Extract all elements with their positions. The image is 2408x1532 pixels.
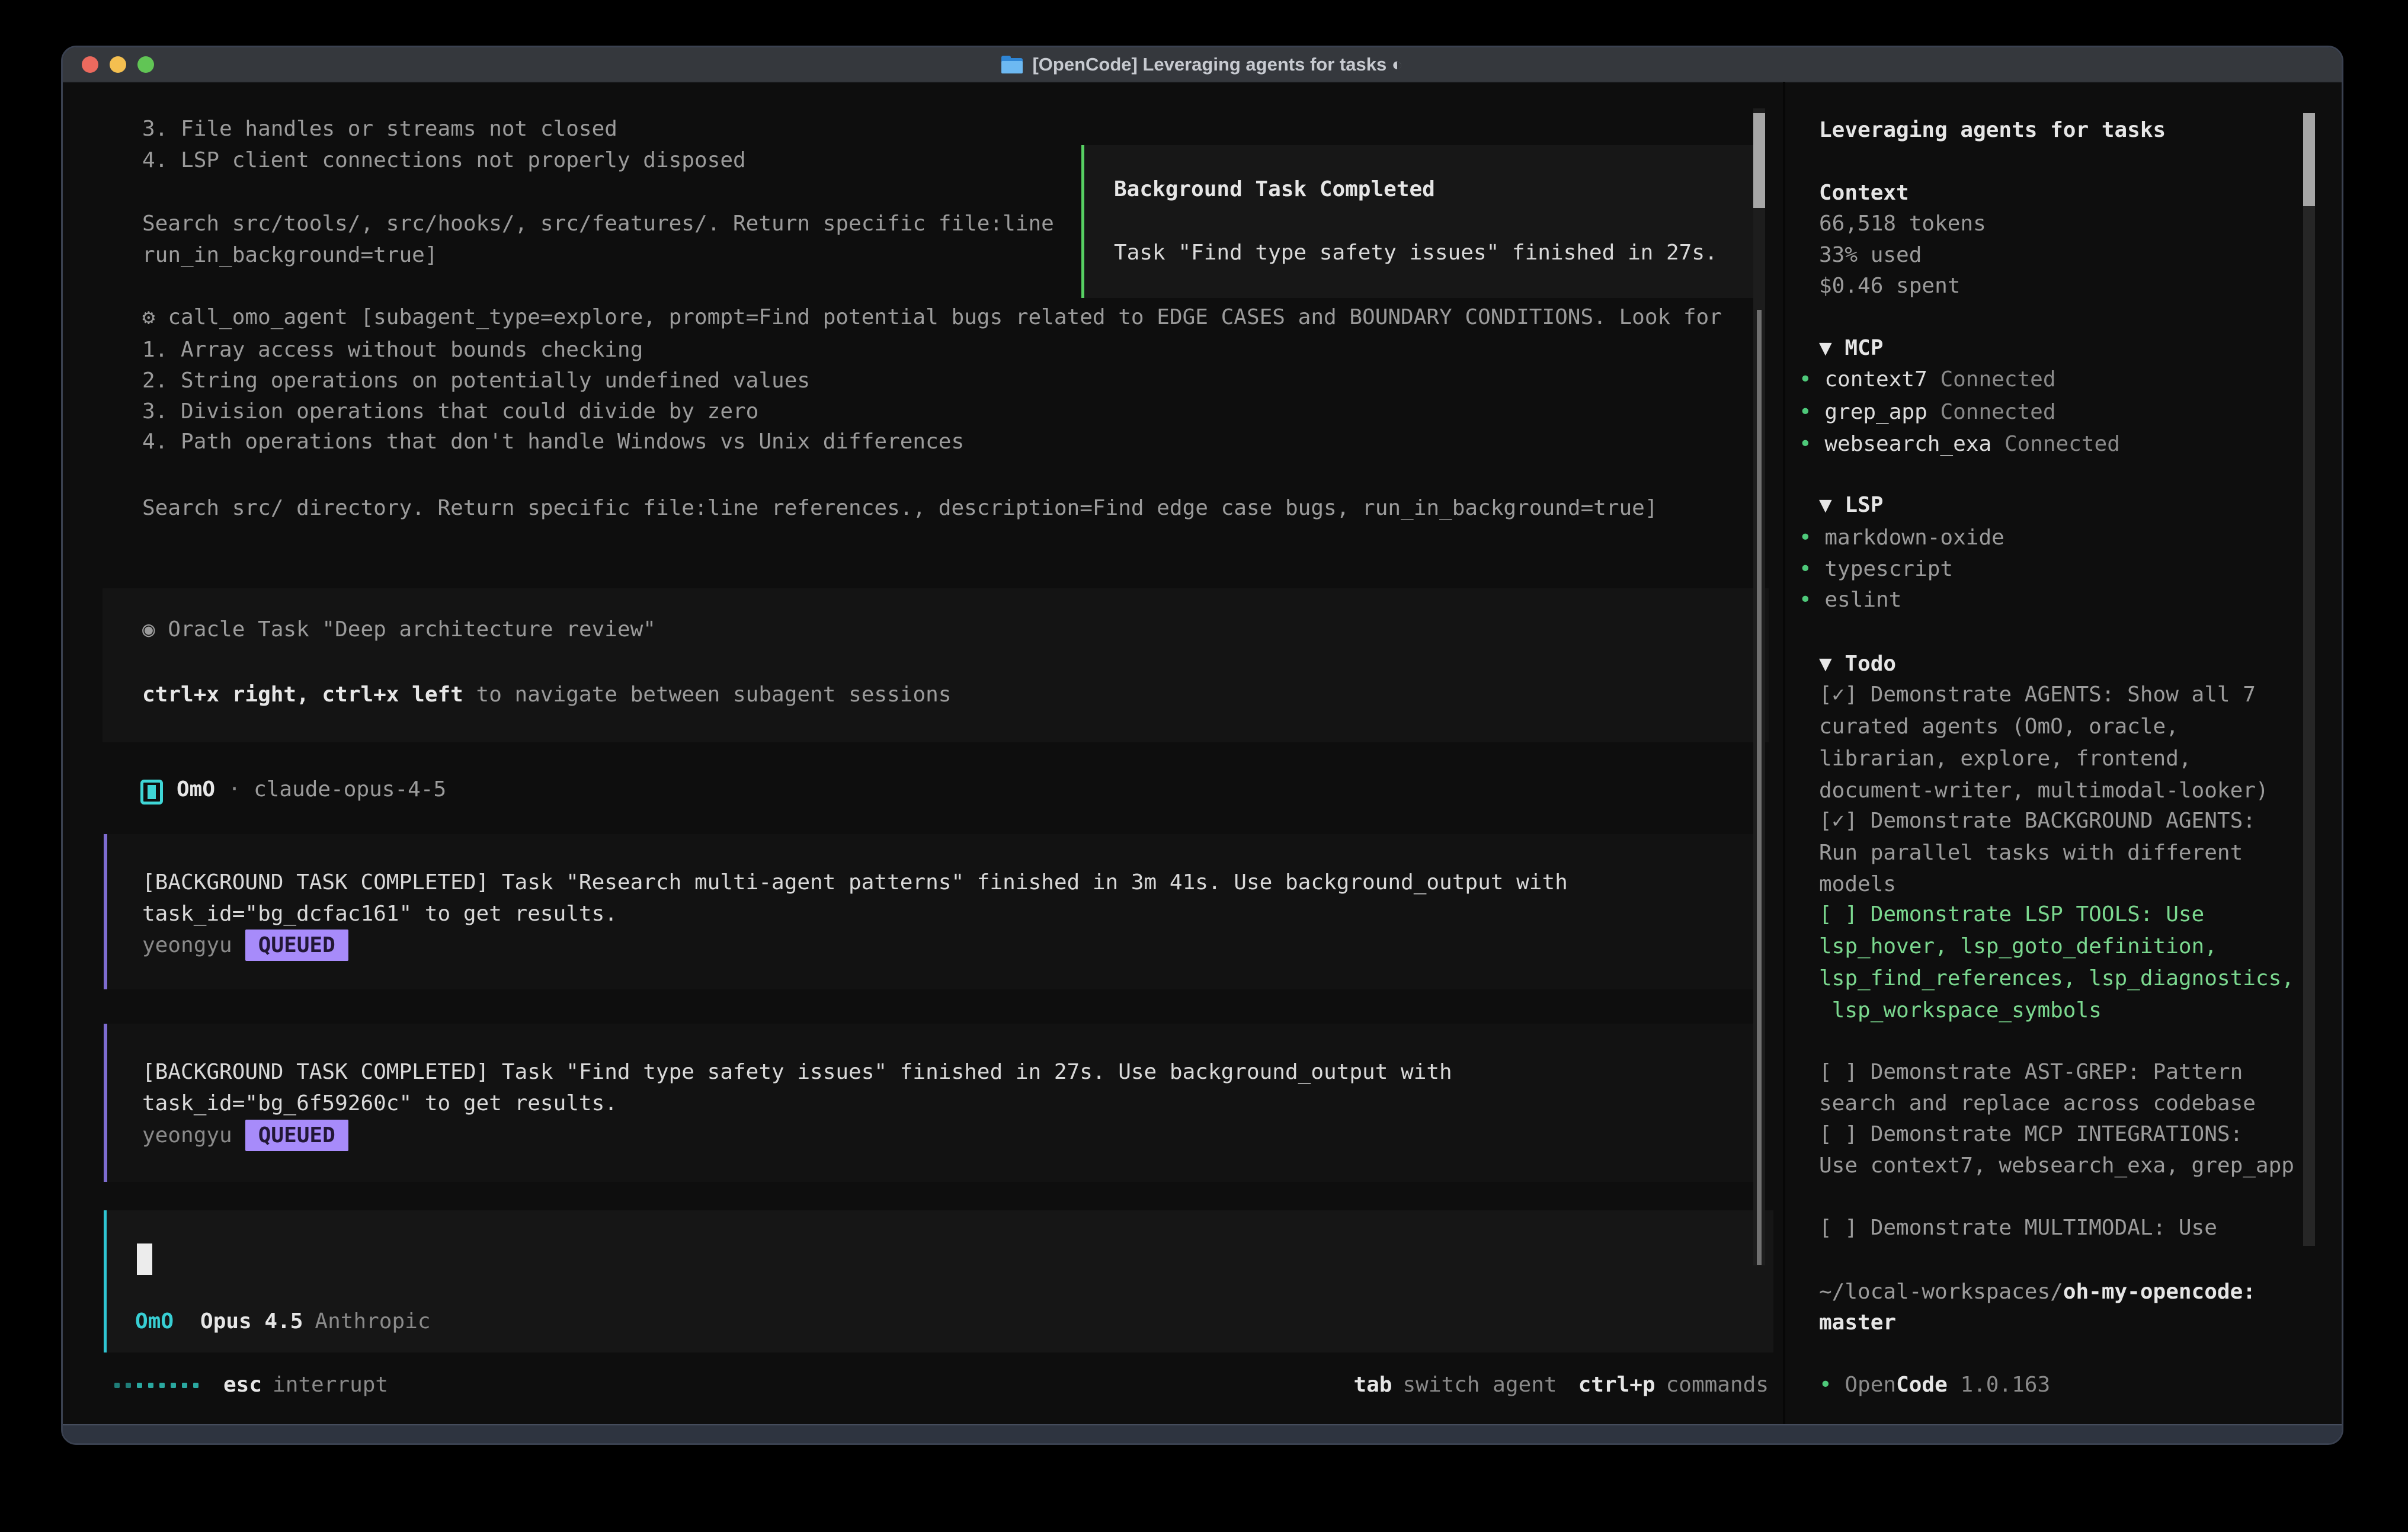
mcp-item: • grep_app Connected <box>1799 396 2056 428</box>
context-tokens: 66,518 tokens <box>1819 208 1986 240</box>
todo-line: Use context7, websearch_exa, grep_app <box>1819 1150 2294 1182</box>
tab-key-hint: tab <box>1353 1369 1392 1401</box>
transcript-line: run_in_background=true] <box>142 239 438 271</box>
background-task-notification: Background Task Completed Task "Find typ… <box>1081 145 1760 298</box>
folder-icon <box>1001 56 1023 73</box>
todo-line: [✓] Demonstrate AGENTS: Show all 7 <box>1819 679 2256 711</box>
input-model-name: Opus 4.5 <box>200 1309 303 1334</box>
input-agent-name: OmO <box>135 1309 174 1334</box>
ctrlp-key-hint: ctrl+p <box>1578 1369 1655 1401</box>
todo-line: Run parallel tasks with different <box>1819 837 2243 869</box>
todo-line-active: [ ] Demonstrate LSP TOOLS: Use <box>1819 899 2204 931</box>
context-used: 33% used <box>1819 239 1922 271</box>
todo-line-active: lsp_workspace_symbols <box>1819 995 2102 1027</box>
window-bottom-edge <box>63 1424 2342 1443</box>
status-dot-icon: • <box>1799 400 1824 424</box>
agent-icon <box>140 780 163 805</box>
notification-body: Task "Find type safety issues" finished … <box>1114 237 1718 269</box>
background-task-message: [BACKGROUND TASK COMPLETED] Task "Find t… <box>104 1024 1754 1182</box>
sidebar-scrollbar-thumb[interactable] <box>2303 113 2315 206</box>
esc-key-hint: esc <box>223 1369 262 1401</box>
lsp-item: • typescript <box>1799 553 1953 585</box>
window-title: [OpenCode] Leveraging agents for tasks ◐ <box>1032 54 1402 75</box>
workspace-branch: master <box>1819 1307 1896 1339</box>
terminal-window: [OpenCode] Leveraging agents for tasks ◐… <box>61 46 2343 1445</box>
status-badge: QUEUED <box>245 930 348 961</box>
message-author: yeongyu <box>142 933 232 957</box>
todo-line: models <box>1819 868 1896 900</box>
oracle-hint-keys: ctrl+x right, ctrl+x left <box>142 682 463 707</box>
desktop: { "colors": { "accent_green": "#57d163",… <box>0 0 2408 1532</box>
tool-call-line: 4. Path operations that don't handle Win… <box>142 426 964 458</box>
status-dot-icon: • <box>1799 525 1824 550</box>
transcript-line: 4. LSP client connections not properly d… <box>142 145 746 177</box>
todo-line: [ ] Demonstrate MCP INTEGRATIONS: <box>1819 1118 2243 1150</box>
todo-line: [ ] Demonstrate AST-GREP: Pattern <box>1819 1056 2243 1088</box>
tool-call-line: 1. Array access without bounds checking <box>142 334 643 366</box>
todo-line: librarian, explore, frontend, <box>1819 743 2192 775</box>
lsp-section-header[interactable]: ▼ LSP <box>1819 489 1883 521</box>
message-line: [BACKGROUND TASK COMPLETED] Task "Resear… <box>142 867 1568 899</box>
tool-call-line: 3. Division operations that could divide… <box>142 396 758 428</box>
todo-line: [ ] Demonstrate MULTIMODAL: Use <box>1819 1212 2217 1244</box>
todo-line-active: lsp_hover, lsp_goto_definition, <box>1819 931 2217 963</box>
transcript-line: 3. File handles or streams not closed <box>142 113 617 145</box>
tool-call-line: Search src/ directory. Return specific f… <box>142 492 1658 524</box>
workspace-path: ~/local-workspaces/oh-my-opencode: <box>1819 1276 2256 1308</box>
titlebar: [OpenCode] Leveraging agents for tasks ◐ <box>63 47 2342 83</box>
oracle-hint: ctrl+x right, ctrl+x left to navigate be… <box>142 679 951 711</box>
agent-name: OmO <box>177 777 215 802</box>
oracle-task-header: ◉ Oracle Task "Deep architecture review" <box>142 614 656 646</box>
context-spent: $0.46 spent <box>1819 270 1960 302</box>
todo-line: [✓] Demonstrate BACKGROUND AGENTS: <box>1819 805 2256 837</box>
mcp-item: • websearch_exa Connected <box>1799 428 2120 460</box>
status-dot-icon: • <box>1799 557 1824 581</box>
message-meta: yeongyu QUEUED <box>142 1120 348 1152</box>
status-dot-icon: • <box>1799 432 1824 456</box>
main-scrollbar-thumb[interactable] <box>1753 113 1765 208</box>
background-task-message: [BACKGROUND TASK COMPLETED] Task "Resear… <box>104 834 1754 989</box>
prompt-input[interactable]: OmO Opus 4.5 Anthropic <box>104 1210 1773 1352</box>
lsp-item: • markdown-oxide <box>1799 522 2004 554</box>
message-line: task_id="bg_6f59260c" to get results. <box>142 1088 617 1120</box>
agent-model: claude-opus-4-5 <box>254 777 446 802</box>
message-author: yeongyu <box>142 1123 232 1148</box>
statusbar-left: esc interrupt <box>114 1369 388 1401</box>
oracle-task-panel[interactable]: ◉ Oracle Task "Deep architecture review"… <box>103 588 1769 742</box>
todo-line: document-writer, multimodal-looker) <box>1819 775 2269 807</box>
message-line: [BACKGROUND TASK COMPLETED] Task "Find t… <box>142 1056 1452 1088</box>
tool-call-line: ⚙ call_omo_agent [subagent_type=explore,… <box>142 302 1722 334</box>
statusbar-right: tab switch agent ctrl+p commands <box>1353 1369 1769 1401</box>
message-line: task_id="bg_dcfac161" to get results. <box>142 898 617 930</box>
tool-call-line: 2. String operations on potentially unde… <box>142 365 810 397</box>
spinner-dots-icon <box>114 1383 198 1388</box>
input-provider-name: Anthropic <box>315 1309 430 1334</box>
notification-title: Background Task Completed <box>1114 174 1435 206</box>
status-dot-icon: • <box>1799 588 1824 612</box>
message-meta: yeongyu QUEUED <box>142 930 348 961</box>
todo-line: search and replace across codebase <box>1819 1088 2256 1120</box>
transcript-line: Search src/tools/, src/hooks/, src/featu… <box>142 208 1054 240</box>
status-dot-icon: • <box>1819 1373 1845 1397</box>
todo-section-header[interactable]: ▼ Todo <box>1819 648 1896 680</box>
mcp-item: • context7 Connected <box>1799 364 2056 396</box>
lsp-item: • eslint <box>1799 584 1901 616</box>
oracle-hint-text: to navigate between subagent sessions <box>463 682 952 707</box>
text-cursor <box>137 1243 152 1275</box>
session-title: Leveraging agents for tasks <box>1819 114 2166 146</box>
input-model-line: OmO Opus 4.5 Anthropic <box>135 1306 431 1338</box>
agent-header: OmO · claude-opus-4-5 <box>177 774 446 806</box>
context-header: Context <box>1819 177 1909 209</box>
mcp-section-header[interactable]: ▼ MCP <box>1819 332 1883 364</box>
todo-line: curated agents (OmO, oracle, <box>1819 711 2179 743</box>
sidebar-divider <box>1783 82 1785 1429</box>
sidebar-scrollbar[interactable] <box>2303 113 2315 1246</box>
status-dot-icon: • <box>1799 367 1824 392</box>
status-badge: QUEUED <box>245 1120 348 1151</box>
todo-line-active: lsp_find_references, lsp_diagnostics, <box>1819 963 2294 995</box>
main-scrollbar-rail[interactable] <box>1757 310 1762 1265</box>
opencode-version: • OpenCode 1.0.163 <box>1819 1369 2050 1401</box>
